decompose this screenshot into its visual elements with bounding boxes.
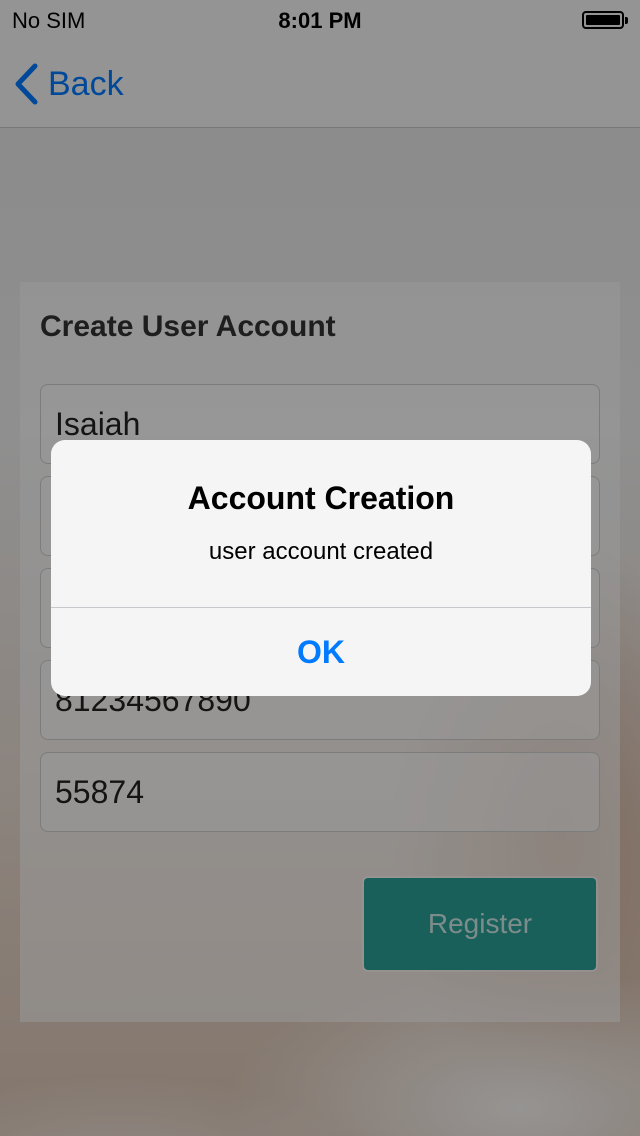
- alert-message: user account created: [208, 538, 434, 565]
- ok-button[interactable]: OK: [51, 608, 591, 696]
- alert-dialog: Account Creation user account created OK: [51, 440, 591, 696]
- alert-title: Account Creation: [187, 480, 455, 516]
